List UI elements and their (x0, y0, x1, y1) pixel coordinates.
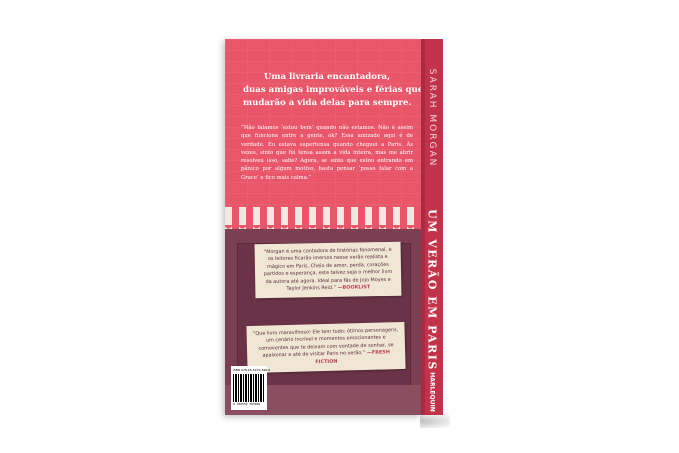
review-text: “Morgan é uma contadora de histórias fen… (263, 246, 393, 292)
barcode-digits: 9 786559 703966 (233, 402, 261, 406)
book-photo: Uma livraria encantadora, duas amigas im… (0, 0, 679, 453)
spine-title: UM VERÃO EM PARIS (425, 209, 439, 371)
spine-shade (421, 39, 425, 415)
review-source: —BOOKLIST (337, 284, 371, 291)
tagline: Uma livraria encantadora, duas amigas im… (243, 71, 421, 110)
tagline-line-2: duas amigas improváveis e férias que (243, 85, 421, 95)
tagline-line-1: Uma livraria encantadora, (263, 72, 391, 82)
spine-publisher-logo: HARLEQUIN (428, 372, 436, 412)
spine-author: SARAH MORGAN (427, 68, 437, 168)
blurb-quote: “Não falamos ‘estou bem’ quando não esta… (241, 125, 413, 181)
barcode-label: ISBN 978-65-5970-396-6 9 786559 703966 (231, 366, 271, 410)
review-note-fresh-fiction: “Que livro maravilhoso! Ele tem tudo: ót… (246, 321, 406, 374)
isbn-text: ISBN 978-65-5970-396-6 (233, 368, 271, 372)
back-cover: Uma livraria encantadora, duas amigas im… (225, 39, 421, 415)
barcode-icon (233, 374, 265, 402)
book-shadow (420, 414, 450, 428)
tagline-line-3: mudarão a vida delas para sempre. (243, 98, 412, 108)
review-note-booklist: “Morgan é uma contadora de histórias fen… (254, 241, 402, 299)
